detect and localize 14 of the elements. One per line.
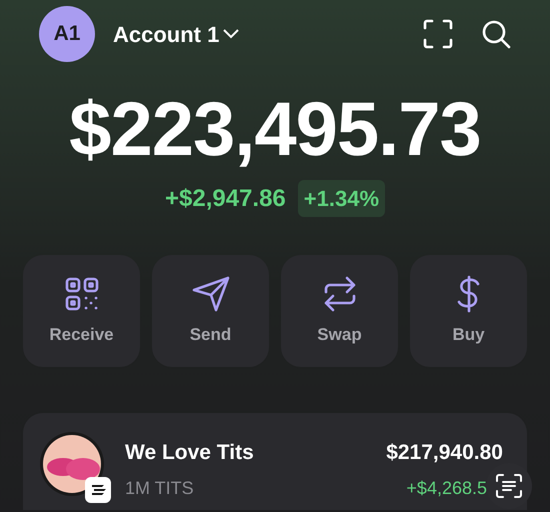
token-change: +$4,268.5 (406, 476, 487, 500)
account-avatar[interactable]: A1 (39, 6, 95, 62)
action-button[interactable]: Send (152, 255, 269, 367)
percent-change-badge: +1.34% (298, 180, 386, 217)
account-selector[interactable]: Account 1 (113, 18, 240, 50)
token-value: $217,940.80 (386, 440, 503, 466)
action-button[interactable]: Swap (281, 255, 398, 367)
balance-change: +$2,947.86 (164, 184, 286, 214)
action-button[interactable]: Buy (410, 255, 527, 367)
token-amount: 1M TITS (125, 476, 195, 500)
action-button[interactable]: Receive (23, 255, 140, 367)
balance-total: $223,495.73 (69, 92, 481, 168)
token-name: We Love Tits (125, 440, 254, 466)
token-row[interactable]: We Love Tits 1M TITS $217,940.80 +$4,268.5 (23, 413, 527, 510)
